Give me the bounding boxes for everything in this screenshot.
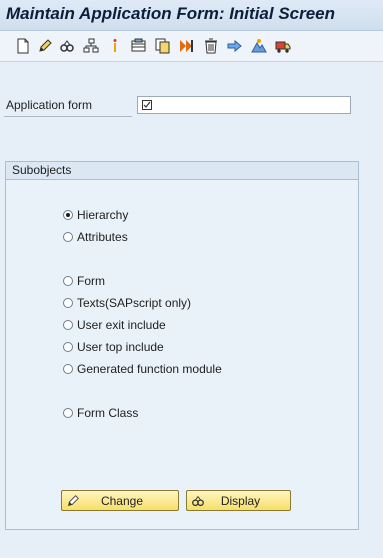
truck-icon[interactable] [274, 37, 292, 55]
radio-user-exit-include-label: User exit include [77, 318, 166, 332]
info-icon[interactable] [106, 37, 124, 55]
radio-form-class-label: Form Class [77, 406, 139, 420]
check-icon[interactable] [178, 37, 196, 55]
hierarchy-icon[interactable] [82, 37, 100, 55]
change-button[interactable]: Change [61, 490, 179, 511]
transport-icon[interactable] [250, 37, 268, 55]
delete-icon[interactable] [202, 37, 220, 55]
change-icon[interactable] [36, 37, 54, 55]
subobjects-group: Subobjects Hierarchy Attributes Form Tex… [5, 161, 359, 530]
radio-form-label: Form [77, 274, 105, 288]
radio-attributes-label: Attributes [77, 230, 128, 244]
radio-user-top-include[interactable]: User top include [63, 339, 164, 355]
window-title: Maintain Application Form: Initial Scree… [6, 4, 336, 23]
create-icon[interactable] [14, 37, 32, 55]
display-icon[interactable] [58, 37, 76, 55]
copy-icon[interactable] [130, 37, 148, 55]
radio-texts-label: Texts(SAPscript only) [77, 296, 192, 310]
title-bar: Maintain Application Form: Initial Scree… [0, 0, 383, 31]
label-underline [4, 116, 132, 117]
application-toolbar [0, 31, 383, 62]
radio-form-class[interactable]: Form Class [63, 405, 138, 421]
radio-generated-function-module-dot[interactable] [63, 364, 73, 374]
radio-form-class-dot[interactable] [63, 408, 73, 418]
glasses-icon [192, 495, 204, 506]
radio-generated-function-module[interactable]: Generated function module [63, 361, 222, 377]
change-button-label: Change [100, 493, 144, 508]
radio-form[interactable]: Form [63, 273, 105, 289]
radio-texts[interactable]: Texts(SAPscript only) [63, 295, 191, 311]
application-form-label: Application form [6, 98, 93, 112]
radio-user-top-include-dot[interactable] [63, 342, 73, 352]
radio-form-dot[interactable] [63, 276, 73, 286]
radio-user-top-include-label: User top include [77, 340, 164, 354]
radio-hierarchy[interactable]: Hierarchy [63, 207, 128, 223]
application-form-input[interactable] [137, 96, 351, 114]
radio-hierarchy-label: Hierarchy [77, 208, 129, 222]
subobjects-header: Subobjects [6, 162, 358, 180]
display-button[interactable]: Display [186, 490, 291, 511]
radio-user-exit-include-dot[interactable] [63, 320, 73, 330]
where-used-icon[interactable] [226, 37, 244, 55]
application-form-row: Application form [0, 92, 383, 120]
rename-icon[interactable] [154, 37, 172, 55]
radio-hierarchy-dot[interactable] [63, 210, 73, 220]
radio-texts-dot[interactable] [63, 298, 73, 308]
radio-attributes[interactable]: Attributes [63, 229, 128, 245]
radio-generated-function-module-label: Generated function module [77, 362, 222, 376]
radio-user-exit-include[interactable]: User exit include [63, 317, 166, 333]
pencil-icon [68, 494, 79, 506]
radio-attributes-dot[interactable] [63, 232, 73, 242]
display-button-label: Display [220, 493, 261, 508]
required-checkbox-icon [142, 100, 152, 110]
